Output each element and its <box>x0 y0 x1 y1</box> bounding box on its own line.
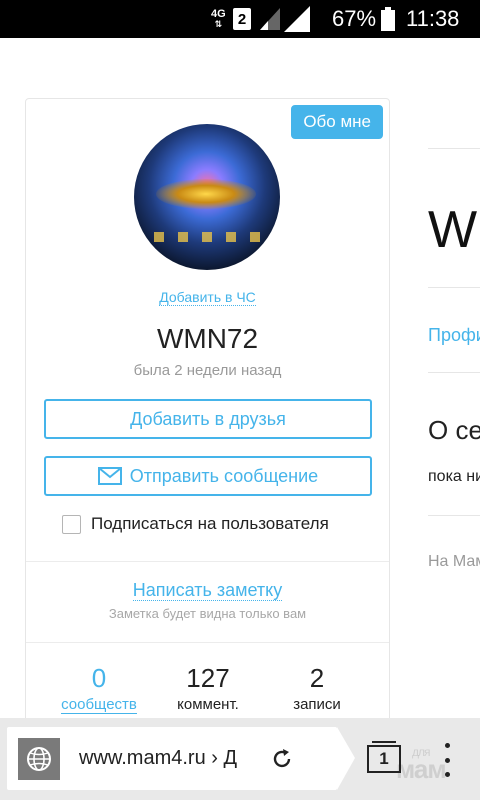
sim-indicator: 2 <box>233 0 251 38</box>
tabs-button[interactable]: 1 <box>367 741 401 777</box>
send-message-label: Отправить сообщение <box>129 465 319 486</box>
stat-comments-label: коммент. <box>177 696 239 713</box>
add-to-blacklist-label: Добавить в ЧС <box>159 289 256 306</box>
watermark-bottom: мам <box>396 754 447 784</box>
divider <box>428 148 480 149</box>
browser-toolbar: www.mam4.ru › Д для мам 1 <box>0 718 480 800</box>
avatar <box>134 124 280 270</box>
site-info-button[interactable] <box>18 737 60 780</box>
stat-posts-label: записи <box>293 696 341 713</box>
stat-comments: 127 коммент. <box>153 662 263 713</box>
stat-posts-value: 2 <box>309 663 325 693</box>
site-watermark: для мам <box>396 746 447 782</box>
write-note-link[interactable]: Написать заметку <box>26 580 389 601</box>
divider <box>26 561 389 562</box>
signal-icon <box>284 0 310 38</box>
status-bar: 4G ⇅ 2 67% 11:38 <box>0 0 480 38</box>
add-friend-label: Добавить в друзья <box>130 408 286 429</box>
sim-number: 2 <box>233 8 251 30</box>
stat-communities-value: 0 <box>91 663 107 693</box>
add-to-blacklist-link[interactable]: Добавить в ЧС <box>26 289 389 306</box>
divider <box>428 372 480 373</box>
battery-percent: 67% <box>332 6 377 31</box>
divider <box>428 287 480 288</box>
add-friend-button[interactable]: Добавить в друзья <box>44 399 372 439</box>
write-note-label: Написать заметку <box>132 580 283 601</box>
tab-count: 1 <box>367 745 401 773</box>
subscribe-label: Подписаться на пользователя <box>91 514 329 533</box>
url-text: www.mam4.ru › Д <box>79 747 238 769</box>
note-hint: Заметка будет видна только вам <box>108 606 307 621</box>
stat-communities[interactable]: 0 сообществ <box>44 662 154 714</box>
footer-text: На Мам4 <box>428 553 480 570</box>
send-message-button[interactable]: Отправить сообщение <box>44 456 372 496</box>
about-text: пока ничего <box>428 468 480 485</box>
profile-stats: 0 сообществ 127 коммент. 2 записи <box>26 662 389 722</box>
profile-tab[interactable]: Профиль <box>428 325 480 346</box>
right-column-peek: WMN72 Профиль О себе пока ничего На Мам4 <box>428 0 480 800</box>
reload-icon[interactable] <box>270 747 294 771</box>
profile-title: WMN72 <box>428 201 480 259</box>
last-seen-status: была 2 недели назад <box>133 362 282 379</box>
subscribe-checkbox[interactable] <box>62 514 81 534</box>
network-type-label: 4G <box>211 8 226 20</box>
stat-posts: 2 записи <box>262 662 372 713</box>
divider <box>428 515 480 516</box>
network-type-indicator: 4G ⇅ <box>211 8 226 30</box>
address-bar[interactable]: www.mam4.ru › Д <box>7 727 355 790</box>
signal-icon <box>260 0 280 38</box>
stat-communities-label: сообществ <box>61 696 137 714</box>
battery-icon <box>381 0 395 38</box>
globe-icon <box>27 746 51 771</box>
stat-comments-value: 127 <box>186 663 230 693</box>
overflow-menu-icon[interactable] <box>442 743 452 777</box>
about-heading: О себе <box>428 415 480 445</box>
username: WMN72 <box>156 323 259 354</box>
mail-icon <box>97 467 122 485</box>
subscribe-option[interactable]: Подписаться на пользователя <box>62 514 329 534</box>
profile-card: Обо мне Добавить в ЧС WMN72 была 2 недел… <box>25 98 390 738</box>
divider <box>26 642 389 643</box>
about-me-button[interactable]: Обо мне <box>291 105 383 139</box>
